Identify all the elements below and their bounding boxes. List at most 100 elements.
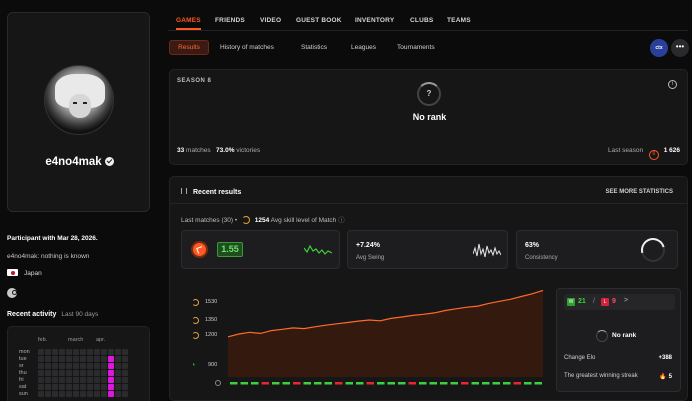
consistency-box: 63% Consistency — [516, 230, 678, 269]
day-label: mon — [19, 349, 30, 355]
match-result-marker[interactable] — [429, 382, 438, 385]
activity-cell — [108, 377, 114, 383]
activity-cell — [45, 384, 51, 390]
match-result-marker[interactable] — [440, 382, 448, 385]
match-result-marker[interactable] — [230, 382, 238, 385]
match-result-marker[interactable] — [471, 382, 480, 385]
tab-teams[interactable]: TEAMS — [447, 17, 471, 24]
elo-chart — [215, 289, 544, 386]
activity-cell — [38, 377, 44, 383]
tab-clubs[interactable]: CLUBS — [410, 17, 433, 24]
match-result-marker[interactable] — [366, 382, 375, 385]
swing-sparkline — [473, 243, 501, 258]
divider — [170, 203, 687, 204]
match-result-marker[interactable] — [293, 382, 301, 385]
activity-cell — [115, 391, 121, 397]
tab-inventory[interactable]: INVENTORY — [355, 17, 394, 24]
activity-cell — [45, 349, 51, 355]
see-more-statistics-link[interactable]: SEE MORE STATISTICS — [606, 189, 673, 195]
match-result-marker[interactable] — [345, 382, 354, 385]
subtab-history[interactable]: History of matches — [220, 44, 274, 51]
info-icon[interactable]: ⓘ — [338, 217, 345, 224]
match-result-marker[interactable] — [461, 382, 469, 385]
tab-guest-book[interactable]: GUEST BOOK — [296, 17, 342, 24]
change-elo-value: +388 — [658, 355, 672, 361]
day-label: sun — [19, 391, 28, 397]
results-title: Recent results — [181, 188, 241, 196]
swing-label: Avg Swing — [356, 255, 385, 261]
activity-cell — [59, 377, 65, 383]
timeline-start-icon — [215, 380, 221, 386]
activity-cell — [87, 377, 93, 383]
match-result-marker[interactable] — [408, 382, 417, 385]
subtab-tournaments[interactable]: Tournaments — [397, 44, 435, 51]
subtab-statistics[interactable]: Statistics — [301, 44, 327, 51]
season-card: SEASON 8 i ? No rank 33 matches 73.0% vi… — [169, 69, 688, 165]
loss-badge: L — [601, 298, 609, 306]
tab-video[interactable]: VIDEO — [260, 17, 281, 24]
avg-skill-value: 1254 — [254, 217, 270, 224]
match-result-marker[interactable] — [251, 382, 259, 385]
match-result-marker[interactable] — [272, 382, 280, 385]
match-result-marker[interactable] — [534, 382, 543, 385]
month-label: feb. — [38, 337, 48, 343]
more-options-button[interactable]: ••• — [671, 39, 689, 57]
match-result-marker[interactable] — [240, 382, 249, 385]
match-result-marker[interactable] — [303, 382, 312, 385]
activity-cell — [66, 391, 72, 397]
activity-cell — [73, 349, 79, 355]
consistency-ring — [636, 233, 670, 267]
match-result-marker[interactable] — [482, 382, 490, 385]
activity-cell — [66, 377, 72, 383]
team-logo-button[interactable]: ctx — [650, 39, 668, 57]
activity-cell — [101, 377, 107, 383]
info-icon[interactable]: i — [668, 80, 677, 89]
match-result-marker[interactable] — [419, 382, 427, 385]
day-label: thu — [19, 370, 27, 376]
match-result-marker[interactable] — [513, 382, 522, 385]
tab-friends[interactable]: FRIENDS — [215, 17, 245, 24]
win-loss-summary[interactable]: W 21 / L 9 > — [564, 294, 675, 310]
country-label: Japan — [24, 270, 42, 277]
activity-cell — [73, 391, 79, 397]
match-result-marker[interactable] — [261, 382, 270, 385]
match-result-marker[interactable] — [503, 382, 511, 385]
steam-icon[interactable] — [7, 288, 17, 298]
username: e4no4mak — [8, 156, 151, 168]
swing-box: +7.24% Avg Swing — [347, 230, 508, 269]
match-result-marker[interactable] — [524, 382, 532, 385]
match-result-marker[interactable] — [398, 382, 406, 385]
chevron-right-icon[interactable]: > — [624, 297, 628, 304]
activity-cell — [87, 363, 93, 369]
match-result-marker[interactable] — [492, 382, 501, 385]
activity-cell — [38, 370, 44, 376]
streak-rank: No rank — [612, 332, 637, 339]
nav-divider — [168, 30, 688, 31]
activity-cell — [52, 377, 58, 383]
subtab-leagues[interactable]: Leagues — [351, 44, 376, 51]
tab-games[interactable]: GAMES — [176, 17, 201, 24]
season-rank: No rank — [412, 112, 447, 122]
activity-cell — [45, 391, 51, 397]
y-tick: 1530 — [205, 299, 218, 305]
last-season-label: Last season — [608, 147, 644, 154]
match-result-marker[interactable] — [335, 382, 343, 385]
match-result-marker[interactable] — [324, 382, 333, 385]
match-result-marker[interactable] — [387, 382, 396, 385]
win-streak-value: 5 — [668, 374, 672, 380]
day-label: sat — [19, 384, 27, 390]
elo-level-icon — [192, 317, 199, 324]
month-label: apr. — [96, 337, 106, 343]
activity-cell — [108, 384, 114, 390]
match-result-marker[interactable] — [356, 382, 364, 385]
activity-cell — [66, 363, 72, 369]
activity-cell — [94, 370, 100, 376]
match-result-marker[interactable] — [314, 382, 322, 385]
activity-cell — [115, 370, 121, 376]
match-result-marker[interactable] — [377, 382, 385, 385]
subtab-results[interactable]: Results — [169, 40, 209, 55]
avatar[interactable] — [44, 65, 114, 135]
match-result-marker[interactable] — [450, 382, 459, 385]
activity-cell — [38, 356, 44, 362]
match-result-marker[interactable] — [282, 382, 291, 385]
